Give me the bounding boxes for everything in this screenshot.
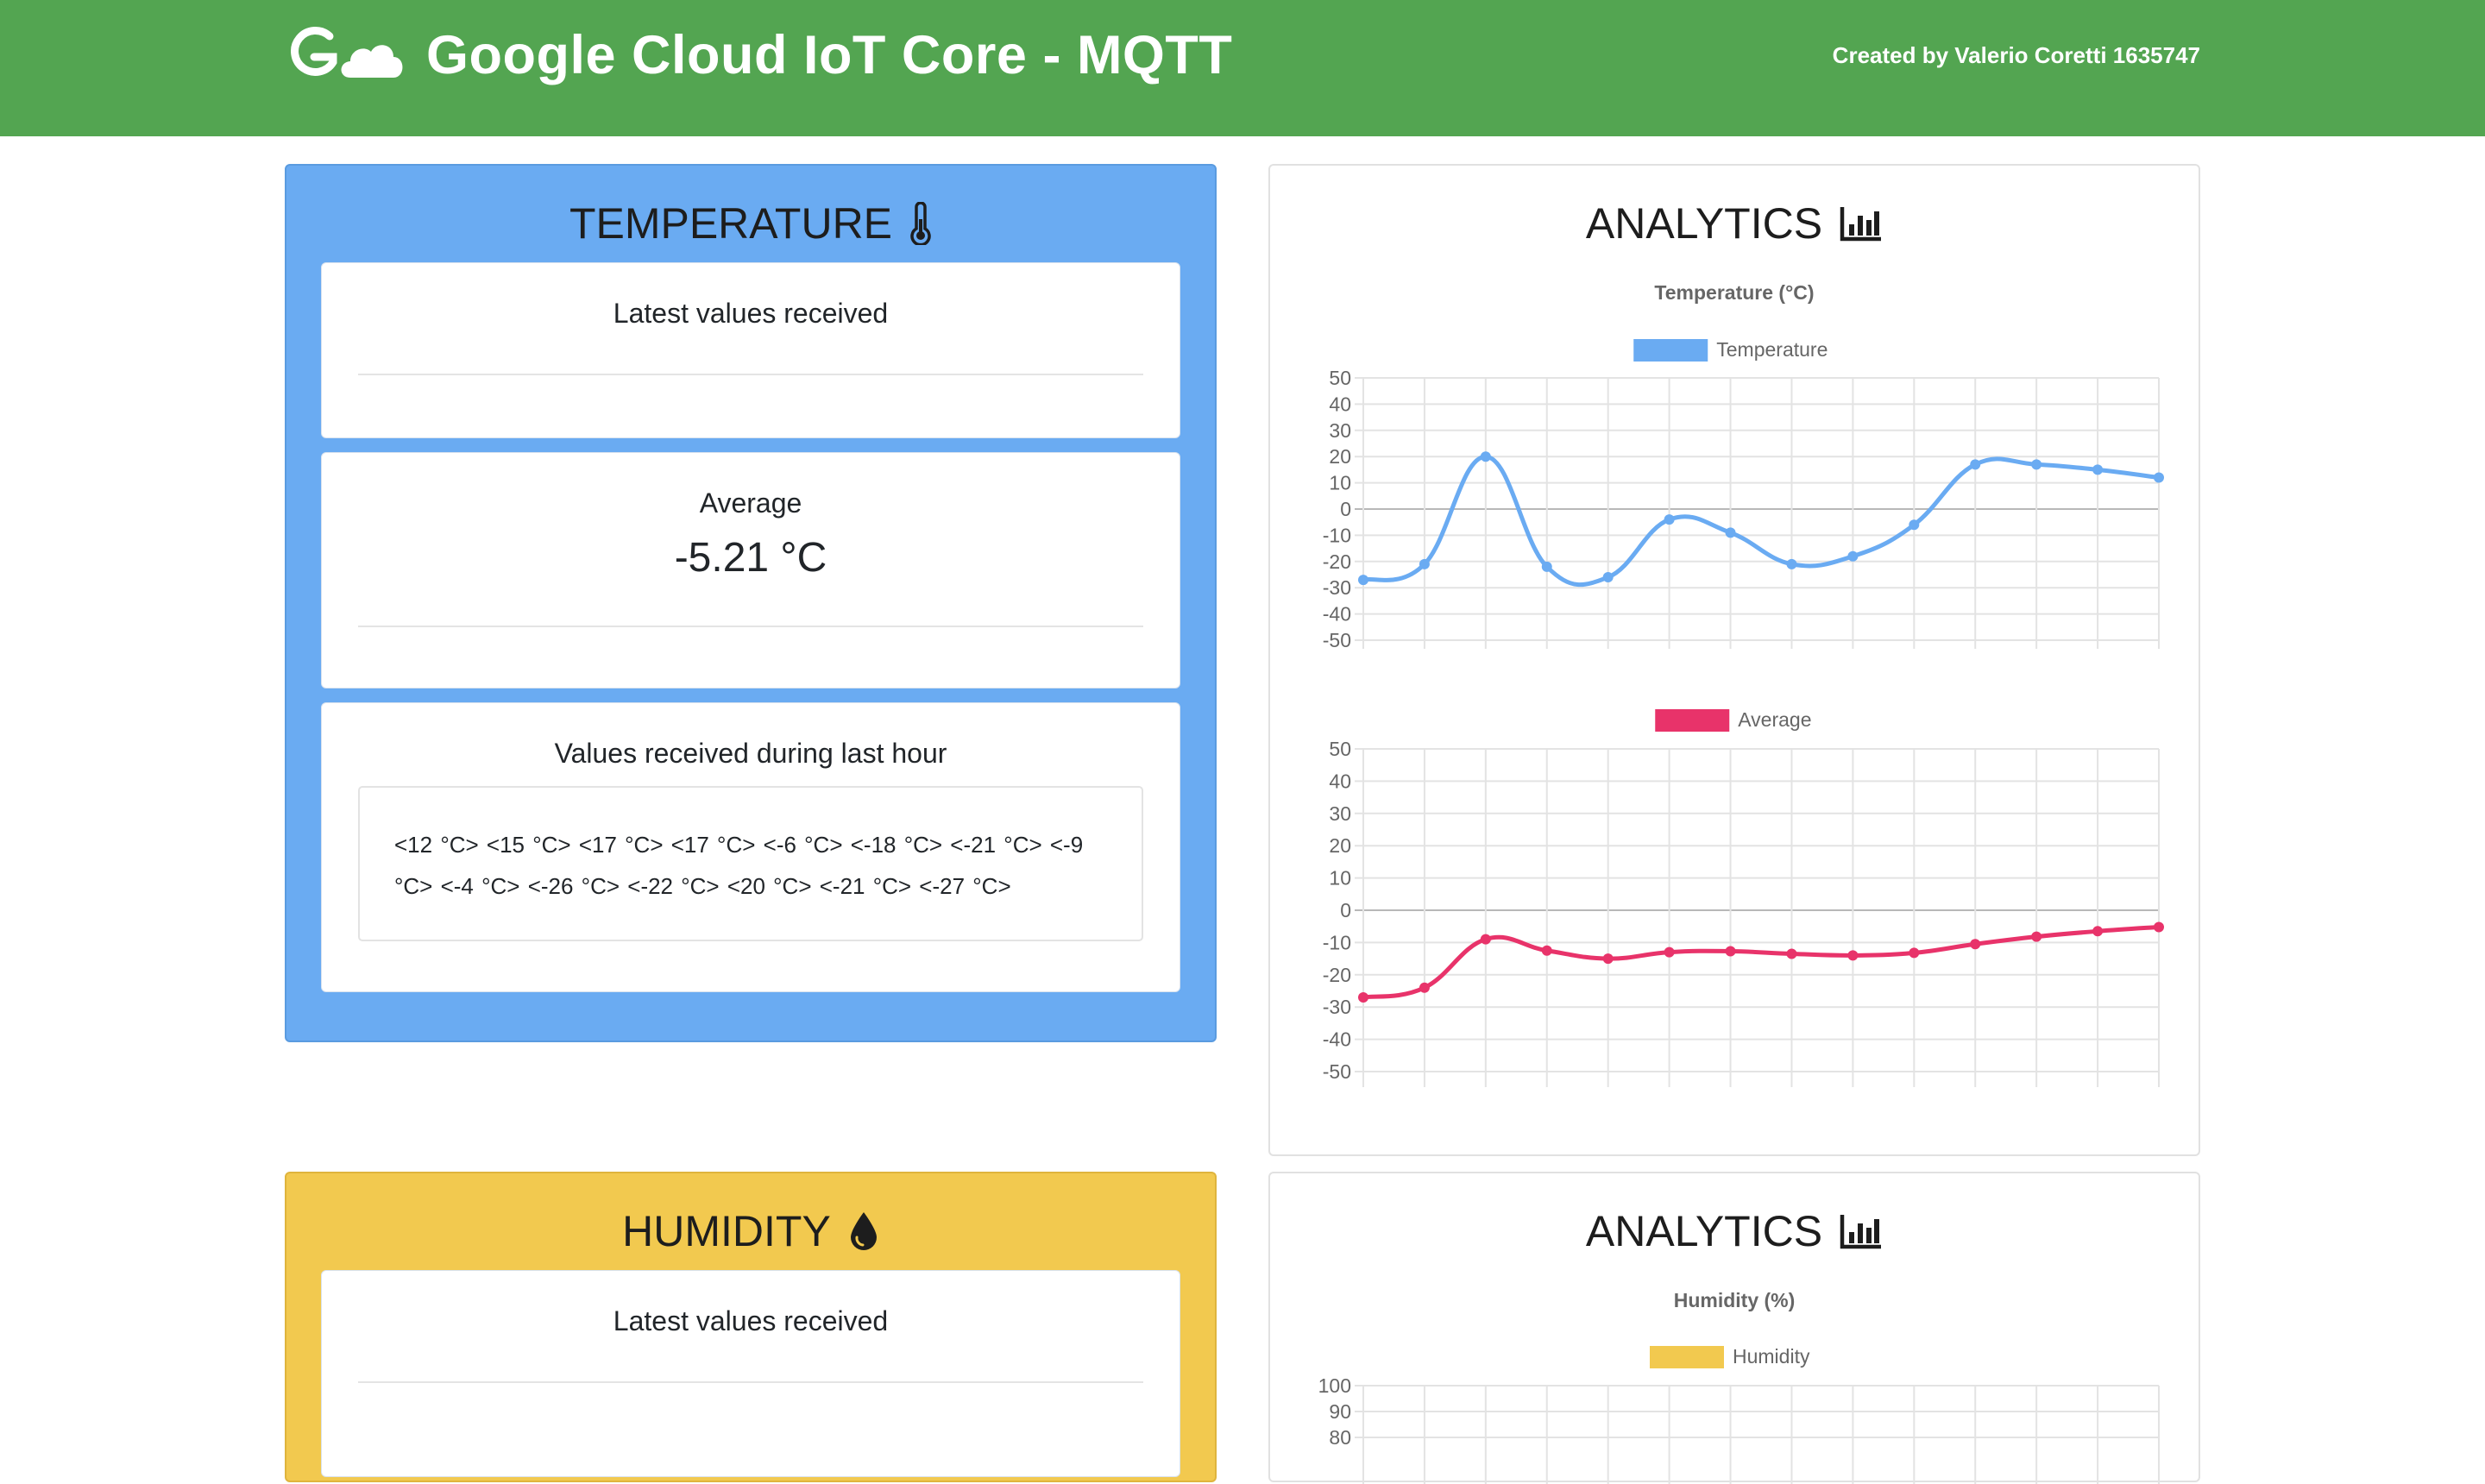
y-tick-label: 10: [1329, 867, 1351, 890]
y-tick-label: 20: [1329, 445, 1351, 468]
humidity-latest-card: Latest values received: [321, 1270, 1180, 1477]
data-point: [1909, 519, 1920, 531]
latest-values-card: Latest values received: [321, 262, 1180, 438]
y-tick-label: -10: [1323, 931, 1351, 953]
y-tick-label: -40: [1323, 603, 1351, 626]
data-point: [1419, 558, 1430, 569]
data-point: [2154, 472, 2164, 483]
data-point: [1358, 991, 1368, 1003]
data-point: [2092, 926, 2104, 937]
brand[interactable]: Google Cloud IoT Core - MQTT: [285, 24, 1232, 86]
y-tick-label: 0: [1340, 899, 1351, 921]
data-point: [1602, 572, 1614, 583]
legend-label: Temperature: [1716, 338, 1828, 361]
data-point: [1664, 946, 1675, 958]
data-point: [1970, 459, 1981, 470]
history-values: <12 °C> <15 °C> <17 °C> <17 °C> <-6 °C> …: [358, 786, 1143, 941]
y-tick-label: -50: [1323, 1060, 1351, 1083]
data-point: [2031, 931, 2042, 942]
data-point: [1602, 953, 1614, 965]
data-point: [1725, 527, 1736, 538]
temperature-panel-header: TEMPERATURE: [286, 198, 1215, 248]
y-tick-label: -10: [1323, 524, 1351, 546]
data-point: [1358, 575, 1368, 586]
google-cloud-logo-icon: [291, 27, 403, 78]
divider: [358, 374, 1143, 375]
series-line: [1362, 454, 2160, 588]
average-label: Average: [699, 487, 802, 519]
data-point: [2031, 459, 2042, 470]
data-point: [1480, 451, 1491, 462]
data-point: [1847, 550, 1859, 562]
temperature-line-chart: Temperature 50 40 30 20 10 0 -10 -20 -30 -40 -50: [1323, 338, 2164, 649]
humidity-panel-title: HUMIDITY: [622, 1207, 831, 1255]
y-tick-label: 40: [1329, 393, 1351, 415]
chart-title: Humidity (%): [1673, 1289, 1796, 1311]
y-tick-label: 30: [1329, 419, 1351, 442]
divider: [358, 1381, 1143, 1383]
y-tick-label: -50: [1323, 629, 1351, 649]
y-tick-label: 40: [1329, 770, 1351, 792]
data-point: [1419, 982, 1430, 993]
y-tick-label: 80: [1329, 1426, 1351, 1449]
history-label: Values received during last hour: [554, 738, 947, 769]
humidity-panel-header: HUMIDITY: [286, 1206, 1215, 1256]
average-line-chart: Average 50 40 30 20 10 0 -10 -20 -30 -40 -50: [1323, 708, 2164, 1087]
chart-title: Temperature (°C): [1654, 281, 1815, 304]
humidity-latest-label: Latest values received: [613, 1305, 889, 1336]
legend-label: Average: [1738, 708, 1811, 731]
data-point: [1786, 948, 1797, 959]
y-tick-label: 50: [1329, 367, 1351, 389]
y-tick-label: 90: [1329, 1400, 1351, 1423]
average-value: -5.21 °C: [674, 535, 827, 581]
app-title: Google Cloud IoT Core - MQTT: [426, 25, 1233, 85]
analytics-title: ANALYTICS: [1585, 199, 1823, 248]
droplet-icon: [850, 1212, 877, 1250]
y-tick-label: -20: [1323, 964, 1351, 986]
y-tick-label: 0: [1340, 498, 1351, 520]
author-credit: Created by Valerio Coretti 1635747: [1832, 42, 2200, 68]
data-point: [1909, 947, 1920, 959]
latest-values-label: Latest values received: [613, 298, 889, 329]
y-tick-label: 30: [1329, 802, 1351, 825]
data-point: [1480, 934, 1491, 945]
data-point: [1664, 514, 1675, 525]
humidity-analytics-panel: ANALYTICS Humidity (%) Humidity 100 90 80: [1268, 1172, 2200, 1484]
y-tick-label: 50: [1329, 738, 1351, 760]
legend-swatch: [1650, 1346, 1724, 1368]
top-navbar: Google Cloud IoT Core - MQTT Created by …: [0, 0, 2485, 136]
legend-swatch: [1655, 709, 1730, 732]
y-tick-label: -20: [1323, 550, 1351, 573]
data-point: [1970, 939, 1981, 950]
average-card: Average -5.21 °C: [321, 452, 1180, 689]
data-point: [1847, 950, 1859, 961]
data-point: [1725, 946, 1736, 957]
y-tick-label: 100: [1318, 1374, 1351, 1397]
temperature-panel: TEMPERATURE Latest values received Avera…: [285, 164, 1217, 1042]
history-card: Values received during last hour <12 °C>…: [321, 702, 1180, 992]
analytics-header: ANALYTICS: [1270, 198, 2199, 248]
data-point: [1541, 945, 1552, 956]
temperature-panel-title: TEMPERATURE: [569, 199, 893, 248]
bar-chart-icon: [1840, 1215, 1882, 1249]
humidity-line-chart: Humidity 100 90 80: [1318, 1345, 2160, 1484]
humidity-panel: HUMIDITY Latest values received: [285, 1172, 1217, 1482]
y-tick-label: -40: [1323, 1028, 1351, 1051]
y-tick-label: 20: [1329, 834, 1351, 857]
y-tick-label: -30: [1323, 996, 1351, 1018]
analytics-title: ANALYTICS: [1585, 1207, 1823, 1255]
y-tick-label: -30: [1323, 576, 1351, 599]
data-point: [2154, 921, 2164, 933]
thermometer-icon: [910, 202, 931, 245]
data-point: [1541, 561, 1552, 572]
data-point: [2092, 464, 2104, 475]
analytics-header: ANALYTICS: [1270, 1206, 2199, 1256]
bar-chart-icon: [1840, 207, 1882, 242]
y-tick-label: 10: [1329, 472, 1351, 494]
temperature-analytics-panel: ANALYTICS Temperature (°C) Temperature 50…: [1268, 164, 2200, 1156]
legend-swatch: [1633, 339, 1708, 362]
data-point: [1786, 558, 1797, 569]
divider: [358, 626, 1143, 627]
legend-label: Humidity: [1733, 1345, 1810, 1368]
